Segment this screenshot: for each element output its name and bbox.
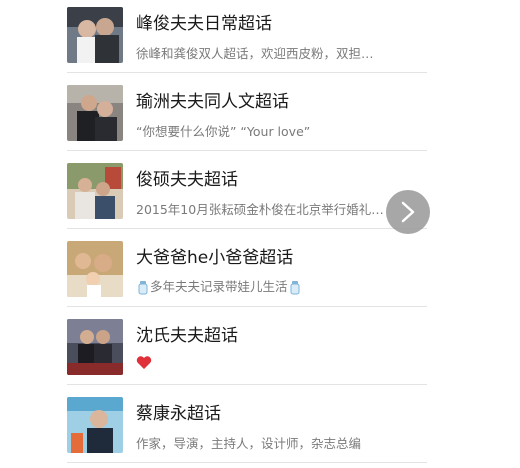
- topic-item[interactable]: 瑜洲夫夫同人文超话 “你想要什么你说” “Your love”: [0, 78, 520, 156]
- divider: [67, 384, 427, 385]
- divider: [67, 150, 427, 151]
- topic-subtitle: “你想要什么你说” “Your love”: [136, 124, 311, 139]
- topic-subtitle: 多年夫夫记录带娃儿生活: [150, 279, 288, 294]
- topic-title: 俊硕夫夫超话: [136, 170, 238, 190]
- topic-subtitle: 作家，导演，主持人，设计师，杂志总编: [136, 436, 362, 451]
- topic-item[interactable]: 蔡康永超话 作家，导演，主持人，设计师，杂志总编: [0, 390, 520, 468]
- next-page-button[interactable]: [386, 190, 430, 234]
- topic-subtitle: 徐峰和龚俊双人超话，欢迎西皮粉，双担…: [136, 46, 374, 61]
- heart-icon: [136, 356, 152, 369]
- topic-item[interactable]: 大爸爸he小爸爸超话 多年夫夫记录带娃儿生活: [0, 234, 520, 312]
- divider: [67, 72, 427, 73]
- topic-item[interactable]: 沈氏夫夫超话: [0, 312, 520, 390]
- topic-title: 瑜洲夫夫同人文超话: [136, 92, 289, 112]
- baby-bottle-icon: [290, 281, 300, 295]
- topic-title: 沈氏夫夫超话: [136, 326, 238, 346]
- topic-thumbnail: [67, 397, 123, 453]
- topic-item[interactable]: 俊硕夫夫超话 2015年10月张耘硕金朴俊在北京举行婚礼…: [0, 156, 520, 234]
- topic-thumbnail: [67, 319, 123, 375]
- divider: [67, 306, 427, 307]
- topic-thumbnail: [67, 85, 123, 141]
- topic-subtitle: 2015年10月张耘硕金朴俊在北京举行婚礼…: [136, 202, 384, 217]
- super-topic-list: 峰俊夫夫日常超话 徐峰和龚俊双人超话，欢迎西皮粉，双担… 瑜洲夫夫同人文超话 “…: [0, 0, 520, 468]
- topic-title: 蔡康永超话: [136, 404, 221, 424]
- topic-item[interactable]: 峰俊夫夫日常超话 徐峰和龚俊双人超话，欢迎西皮粉，双担…: [0, 0, 520, 78]
- topic-thumbnail: [67, 163, 123, 219]
- divider: [67, 462, 427, 463]
- topic-subtitle-line: [136, 354, 398, 370]
- topic-thumbnail: [67, 7, 123, 63]
- divider: [67, 228, 427, 229]
- topic-title: 峰俊夫夫日常超话: [136, 14, 272, 34]
- topic-subtitle-line: 多年夫夫记录带娃儿生活: [136, 276, 336, 295]
- topic-title: 大爸爸he小爸爸超话: [136, 248, 294, 268]
- topic-thumbnail: [67, 241, 123, 297]
- baby-bottle-icon: [138, 281, 148, 295]
- chevron-right-icon: [401, 201, 415, 223]
